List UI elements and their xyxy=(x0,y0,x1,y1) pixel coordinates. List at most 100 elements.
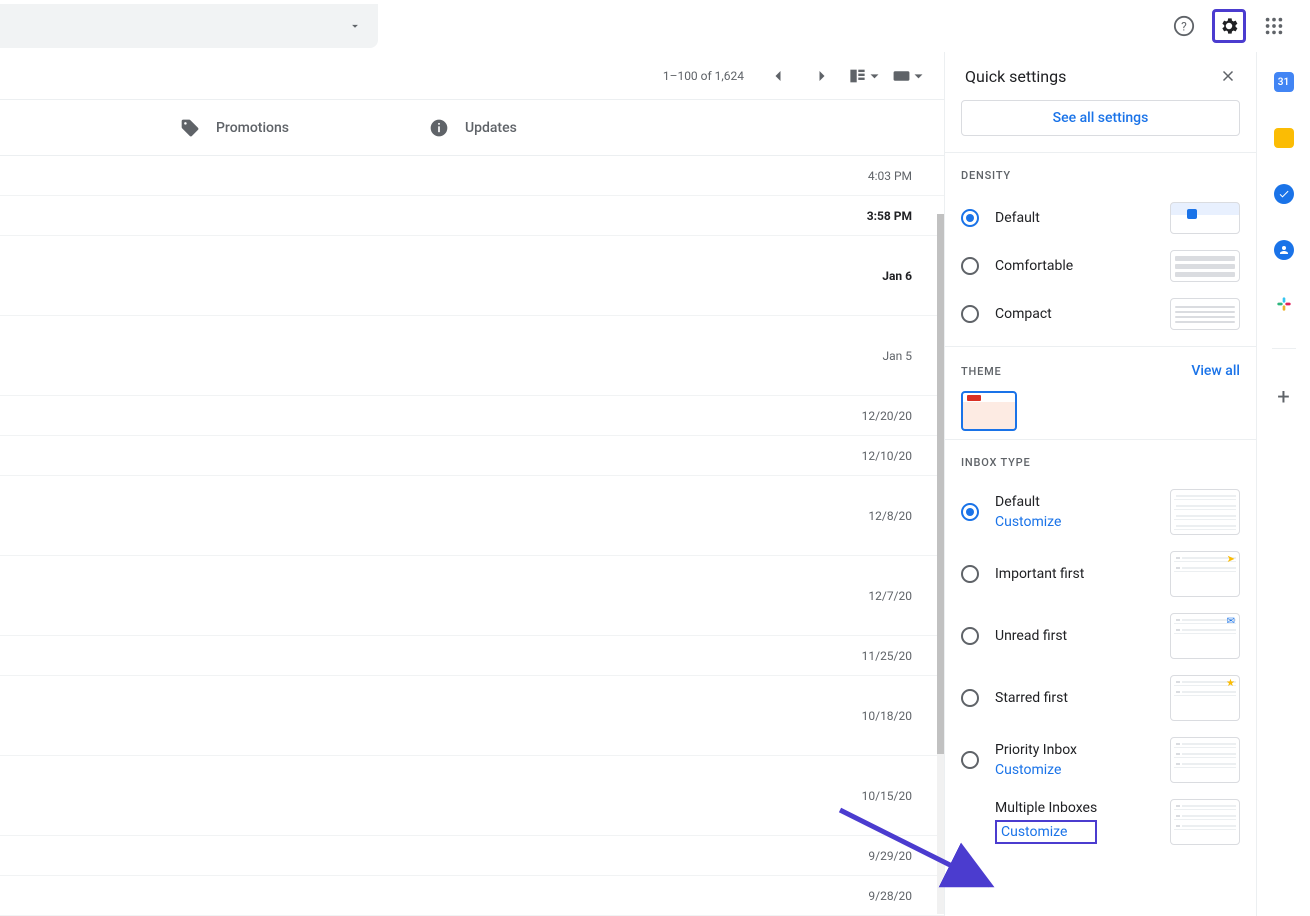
input-tools-icon[interactable] xyxy=(892,58,928,94)
theme-thumb[interactable] xyxy=(961,391,1017,431)
inbox-important-label: Important first xyxy=(995,566,1084,582)
inbox-priority-thumb xyxy=(1170,737,1240,783)
mail-date: Jan 6 xyxy=(882,269,912,283)
density-default-thumb xyxy=(1170,202,1240,234)
apps-grid-icon[interactable] xyxy=(1254,6,1294,46)
close-icon[interactable] xyxy=(1212,60,1244,92)
next-page-icon[interactable] xyxy=(804,58,840,94)
inbox-type-title: Inbox type xyxy=(961,456,1240,469)
mail-row[interactable]: 12/10/20 xyxy=(0,436,944,476)
density-compact[interactable]: Compact xyxy=(961,290,1240,338)
keep-icon[interactable] xyxy=(1274,128,1294,148)
mail-date: 12/7/20 xyxy=(868,589,912,603)
inbox-priority-label: Priority Inbox xyxy=(995,742,1077,758)
see-all-settings-button[interactable]: See all settings xyxy=(961,100,1240,136)
mail-row[interactable]: 9/28/20 xyxy=(0,876,944,916)
radio-inbox-important[interactable] xyxy=(961,565,979,583)
density-compact-label: Compact xyxy=(995,306,1052,322)
inbox-starred[interactable]: Starred first ★ xyxy=(961,667,1240,729)
mail-row[interactable]: 12/8/20 xyxy=(0,476,944,556)
mail-date: 12/10/20 xyxy=(862,449,912,463)
density-comfortable-label: Comfortable xyxy=(995,258,1073,274)
radio-inbox-default[interactable] xyxy=(961,503,979,521)
radio-density-compact[interactable] xyxy=(961,305,979,323)
tab-updates-label: Updates xyxy=(465,120,517,136)
radio-inbox-priority[interactable] xyxy=(961,751,979,769)
inbox-multiple[interactable]: Multiple Inboxes Customize xyxy=(961,791,1240,853)
inbox-important-thumb: ➤ xyxy=(1170,551,1240,597)
density-comfortable[interactable]: Comfortable xyxy=(961,242,1240,290)
inbox-starred-label: Starred first xyxy=(995,690,1068,706)
mail-date: 10/18/20 xyxy=(862,709,912,723)
tab-promotions-label: Promotions xyxy=(216,120,289,136)
density-default[interactable]: Default xyxy=(961,194,1240,242)
calendar-icon[interactable]: 31 xyxy=(1274,72,1294,92)
tab-updates[interactable]: Updates xyxy=(429,118,517,138)
category-tabs: Promotions Updates xyxy=(0,100,944,156)
density-comfortable-thumb xyxy=(1170,250,1240,282)
theme-view-all[interactable]: View all xyxy=(1191,363,1240,379)
quick-settings-panel: Quick settings See all settings Density … xyxy=(944,52,1256,916)
pager-text: 1–100 of 1,624 xyxy=(663,69,744,83)
inbox-unread-label: Unread first xyxy=(995,628,1067,644)
inbox-default-thumb xyxy=(1170,489,1240,535)
theme-title: Theme View all xyxy=(961,363,1240,379)
search-box[interactable] xyxy=(0,4,378,48)
qs-title: Quick settings xyxy=(965,67,1066,86)
mail-row[interactable]: 12/7/20 xyxy=(0,556,944,636)
mail-row[interactable]: 3:58 PM xyxy=(0,196,944,236)
radio-density-default[interactable] xyxy=(961,209,979,227)
mail-date: 12/8/20 xyxy=(868,509,912,523)
split-pane-icon[interactable] xyxy=(848,58,884,94)
mail-toolbar: 1–100 of 1,624 xyxy=(0,52,944,100)
tab-promotions[interactable]: Promotions xyxy=(180,118,289,138)
mail-row[interactable]: Jan 5 xyxy=(0,316,944,396)
inbox-important[interactable]: Important first ➤ xyxy=(961,543,1240,605)
inbox-default-label: Default xyxy=(995,494,1061,510)
inbox-default[interactable]: Default Customize xyxy=(961,481,1240,543)
side-panel: 31 + xyxy=(1256,52,1310,916)
theme-title-text: Theme xyxy=(961,365,1002,378)
help-icon[interactable]: ? xyxy=(1164,6,1204,46)
mail-row[interactable]: 11/25/20 xyxy=(0,636,944,676)
qs-header: Quick settings xyxy=(945,52,1256,100)
inbox-default-customize[interactable]: Customize xyxy=(995,514,1061,530)
mail-row[interactable]: 12/20/20 xyxy=(0,396,944,436)
contacts-icon[interactable] xyxy=(1274,240,1294,260)
top-icons: ? xyxy=(1164,6,1294,46)
settings-highlight xyxy=(1212,9,1246,43)
scroll-thumb[interactable] xyxy=(937,214,944,754)
see-all-label: See all settings xyxy=(1053,110,1149,126)
info-icon xyxy=(429,118,449,138)
radio-density-comfortable[interactable] xyxy=(961,257,979,275)
caret-down-icon xyxy=(348,19,362,33)
radio-inbox-unread[interactable] xyxy=(961,627,979,645)
mail-row[interactable]: Jan 6 xyxy=(0,236,944,316)
inbox-multiple-customize-highlight: Customize xyxy=(995,820,1097,844)
mail-row[interactable]: 4:03 PM xyxy=(0,156,944,196)
tag-icon xyxy=(180,118,200,138)
prev-page-icon[interactable] xyxy=(760,58,796,94)
mail-row[interactable]: 9/29/20 xyxy=(0,836,944,876)
mail-row[interactable]: 10/18/20 xyxy=(0,676,944,756)
inbox-type-section: Inbox type Default Customize Important f… xyxy=(945,439,1256,861)
inbox-unread-thumb: ✉ xyxy=(1170,613,1240,659)
mail-date: 11/25/20 xyxy=(862,649,912,663)
add-addon-icon[interactable]: + xyxy=(1277,385,1289,410)
density-default-label: Default xyxy=(995,210,1040,226)
theme-section: Theme View all xyxy=(945,346,1256,439)
mail-area: 1–100 of 1,624 Promotions Updates 4:03 P… xyxy=(0,52,944,916)
gear-icon[interactable] xyxy=(1215,12,1243,40)
inbox-unread[interactable]: Unread first ✉ xyxy=(961,605,1240,667)
slack-icon[interactable] xyxy=(1276,296,1292,312)
inbox-starred-thumb: ★ xyxy=(1170,675,1240,721)
density-title: Density xyxy=(961,169,1240,182)
tasks-icon[interactable] xyxy=(1274,184,1294,204)
density-compact-thumb xyxy=(1170,298,1240,330)
mail-date: 3:58 PM xyxy=(867,209,912,223)
mail-row[interactable]: 10/15/20 xyxy=(0,756,944,836)
inbox-priority-customize[interactable]: Customize xyxy=(995,762,1077,778)
inbox-priority[interactable]: Priority Inbox Customize xyxy=(961,729,1240,791)
radio-inbox-starred[interactable] xyxy=(961,689,979,707)
inbox-multiple-customize[interactable]: Customize xyxy=(1001,824,1067,840)
